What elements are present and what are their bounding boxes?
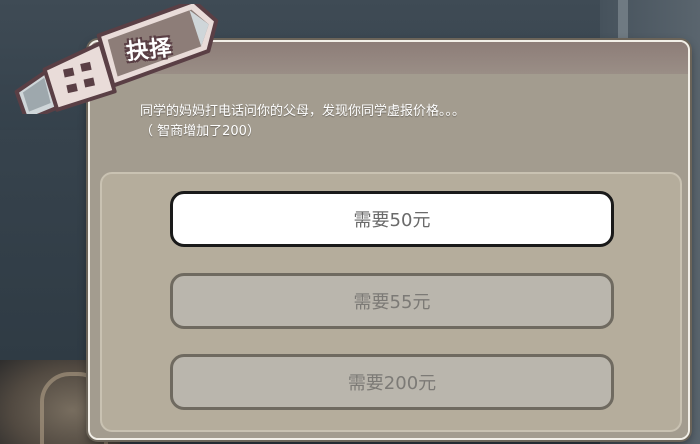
- choice-button-50[interactable]: 需要50元: [170, 191, 614, 247]
- title-badge: 抉择: [8, 0, 228, 123]
- choice-panel: 需要50元 需要55元 需要200元: [100, 172, 682, 432]
- choice-label: 需要50元: [353, 210, 431, 231]
- game-scene: 同学的妈妈打电话问你的父母，发现你同学虚报价格。。。 （ 智商增加了200） 需…: [0, 0, 700, 444]
- usb-plug-icon: [14, 0, 219, 123]
- choice-button-200[interactable]: 需要200元: [170, 354, 614, 410]
- choice-label: 需要55元: [353, 292, 431, 313]
- event-message-line-2: （ 智商增加了200）: [140, 124, 260, 139]
- choice-button-55[interactable]: 需要55元: [170, 273, 614, 329]
- dialog-title: 抉择: [125, 35, 174, 66]
- choice-label: 需要200元: [347, 373, 437, 394]
